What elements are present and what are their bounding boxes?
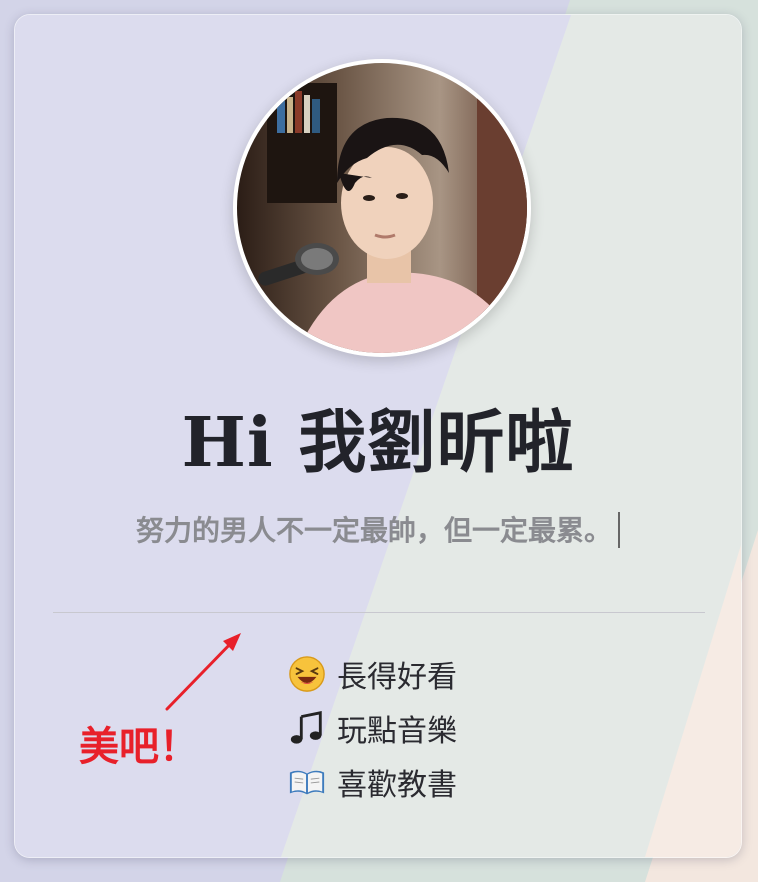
list-item-label: 玩點音樂 <box>337 714 457 749</box>
laughing-face-icon <box>287 654 327 694</box>
hobby-list: 長得好看 玩點音樂 喜歡教書 <box>287 647 457 809</box>
list-item: 喜歡教書 <box>287 755 457 809</box>
list-item-label: 喜歡教書 <box>337 768 457 803</box>
profile-card: Hi 我劉昕啦 努力的男人不一定最帥，但一定最累。 美吧！ 長得好看 玩點音樂 … <box>14 14 742 858</box>
avatar-photo <box>237 63 527 353</box>
avatar <box>233 59 531 357</box>
list-item-label: 長得好看 <box>337 660 457 695</box>
motto-text: 努力的男人不一定最帥，但一定最累。 <box>15 511 741 551</box>
list-item: 長得好看 <box>287 647 457 701</box>
open-book-icon <box>287 762 327 802</box>
typing-caret <box>618 512 620 548</box>
music-note-icon <box>287 708 327 748</box>
page-title: Hi 我劉昕啦 <box>181 403 575 483</box>
annotation-text: 美吧！ <box>79 723 199 770</box>
divider <box>53 612 705 613</box>
motto-label: 努力的男人不一定最帥，但一定最累。 <box>135 514 612 547</box>
list-item: 玩點音樂 <box>287 701 457 755</box>
